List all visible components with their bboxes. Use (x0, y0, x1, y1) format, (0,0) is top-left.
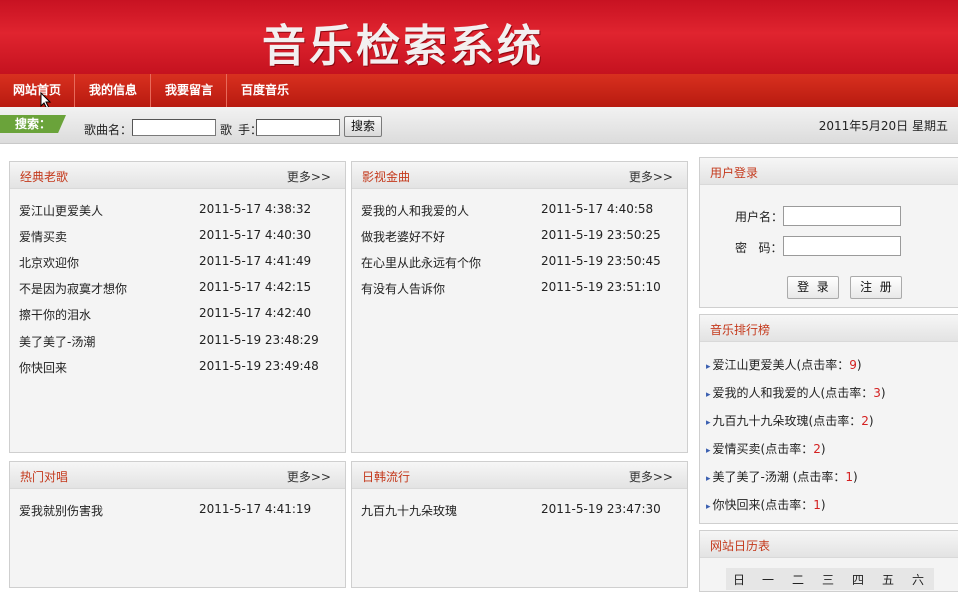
rank-item[interactable]: ▸ 你快回来(点击率：1) (706, 496, 826, 513)
search-tag: 搜索： (0, 115, 66, 133)
list-item[interactable]: 北京欢迎你 2011-5-17 4:41:49 (19, 254, 339, 272)
rank-item[interactable]: ▸ 爱情买卖(点击率：2) (706, 440, 826, 457)
more-link[interactable]: 更多>> (629, 468, 673, 485)
bullet-arrow-icon: ▸ (706, 390, 711, 400)
rank-item[interactable]: ▸ 美了美了-汤潮 (点击率：1) (706, 468, 858, 485)
calendar-weekday-row: 日 一 二 三 四 五 六 (726, 568, 934, 590)
nav-item-my-info[interactable]: 我的信息 (76, 74, 152, 107)
more-link[interactable]: 更多>> (287, 168, 331, 185)
list-item[interactable]: 爱情买卖 2011-5-17 4:40:30 (19, 228, 339, 246)
bullet-arrow-icon: ▸ (706, 418, 711, 428)
list-item[interactable]: 爱我的人和我爱的人 2011-5-17 4:40:58 (361, 202, 681, 220)
panel-header: 网站日历表 (700, 531, 958, 558)
rank-item[interactable]: ▸ 九百九十九朵玫瑰(点击率：2) (706, 412, 874, 429)
panel-header: 用户登录 (700, 158, 958, 185)
panel-duet-songs: 热门对唱 更多>> 爱我就别伤害我 2011-5-17 4:41:19 (9, 461, 346, 588)
bullet-arrow-icon: ▸ (706, 502, 711, 512)
singer-input[interactable] (256, 119, 340, 136)
bullet-arrow-icon: ▸ (706, 446, 711, 456)
nav-item-home[interactable]: 网站首页 (0, 74, 76, 107)
search-bar: 搜索： 歌曲名： 歌 手： 搜索 2011年5月20日 星期五 (0, 107, 958, 144)
username-input[interactable] (783, 206, 901, 226)
banner: 音乐检索系统 (0, 0, 958, 74)
panel-title: 热门对唱 (20, 470, 69, 484)
panel-header: 经典老歌 更多>> (10, 162, 345, 189)
panel-classic-songs: 经典老歌 更多>> 爱江山更爱美人 2011-5-17 4:38:32 爱情买卖 2… (9, 161, 346, 453)
list-item[interactable]: 做我老婆好不好 2011-5-19 23:50:25 (361, 228, 681, 246)
nav-item-message[interactable]: 我要留言 (152, 74, 228, 107)
login-button[interactable]: 登 录 (787, 276, 839, 299)
panel-header: 音乐排行榜 (700, 315, 958, 342)
site-title: 音乐检索系统 (262, 21, 544, 72)
bullet-arrow-icon: ▸ (706, 362, 711, 372)
panel-header: 影视金曲 更多>> (352, 162, 687, 189)
list-item[interactable]: 不是因为寂寞才想你 2011-5-17 4:42:15 (19, 280, 339, 298)
panel-title: 网站日历表 (710, 539, 771, 553)
list-item[interactable]: 擦干你的泪水 2011-5-17 4:42:40 (19, 306, 339, 324)
password-label: 密 码： (735, 241, 783, 255)
current-date: 2011年5月20日 星期五 (818, 119, 948, 133)
panel-title: 音乐排行榜 (710, 323, 771, 337)
panel-title: 经典老歌 (20, 170, 69, 184)
panel-header: 日韩流行 更多>> (352, 462, 687, 489)
more-link[interactable]: 更多>> (629, 168, 673, 185)
nav-item-baidu-music[interactable]: 百度音乐 (228, 74, 302, 107)
panel-title: 日韩流行 (362, 470, 411, 484)
panel-music-ranking: 音乐排行榜 ▸ 爱江山更爱美人(点击率：9) ▸ 爱我的人和我爱的人(点击率：3) … (699, 314, 958, 524)
singer-label-a: 歌 (220, 123, 233, 137)
bullet-arrow-icon: ▸ (706, 474, 711, 484)
panel-title: 影视金曲 (362, 170, 411, 184)
panel-film-songs: 影视金曲 更多>> 爱我的人和我爱的人 2011-5-17 4:40:58 做我老… (351, 161, 688, 453)
list-item[interactable]: 你快回来 2011-5-19 23:49:48 (19, 359, 339, 377)
song-name-input[interactable] (132, 119, 216, 136)
search-button[interactable]: 搜索 (344, 116, 382, 137)
rank-item[interactable]: ▸ 爱江山更爱美人(点击率：9) (706, 356, 862, 373)
username-label: 用户名： (735, 210, 784, 224)
list-item[interactable]: 爱我就别伤害我 2011-5-17 4:41:19 (19, 502, 339, 520)
password-input[interactable] (783, 236, 901, 256)
panel-jk-pop-songs: 日韩流行 更多>> 九百九十九朵玫瑰 2011-5-19 23:47:30 (351, 461, 688, 588)
panel-user-login: 用户登录 用户名： 密 码： 登 录 注 册 (699, 157, 958, 308)
list-item[interactable]: 有没有人告诉你 2011-5-19 23:51:10 (361, 280, 681, 298)
rank-item[interactable]: ▸ 爱我的人和我爱的人(点击率：3) (706, 384, 886, 401)
list-item[interactable]: 在心里从此永远有个你 2011-5-19 23:50:45 (361, 254, 681, 272)
list-item[interactable]: 九百九十九朵玫瑰 2011-5-19 23:47:30 (361, 502, 681, 520)
panel-title: 用户登录 (710, 166, 759, 180)
register-button[interactable]: 注 册 (850, 276, 902, 299)
song-name-label: 歌曲名： (84, 123, 133, 137)
panel-site-calendar: 网站日历表 日 一 二 三 四 五 六 (699, 530, 958, 592)
more-link[interactable]: 更多>> (287, 468, 331, 485)
list-item[interactable]: 美了美了-汤潮 2011-5-19 23:48:29 (19, 333, 339, 351)
panel-header: 热门对唱 更多>> (10, 462, 345, 489)
main-nav: 网站首页 我的信息 我要留言 百度音乐 (0, 74, 958, 107)
list-item[interactable]: 爱江山更爱美人 2011-5-17 4:38:32 (19, 202, 339, 220)
